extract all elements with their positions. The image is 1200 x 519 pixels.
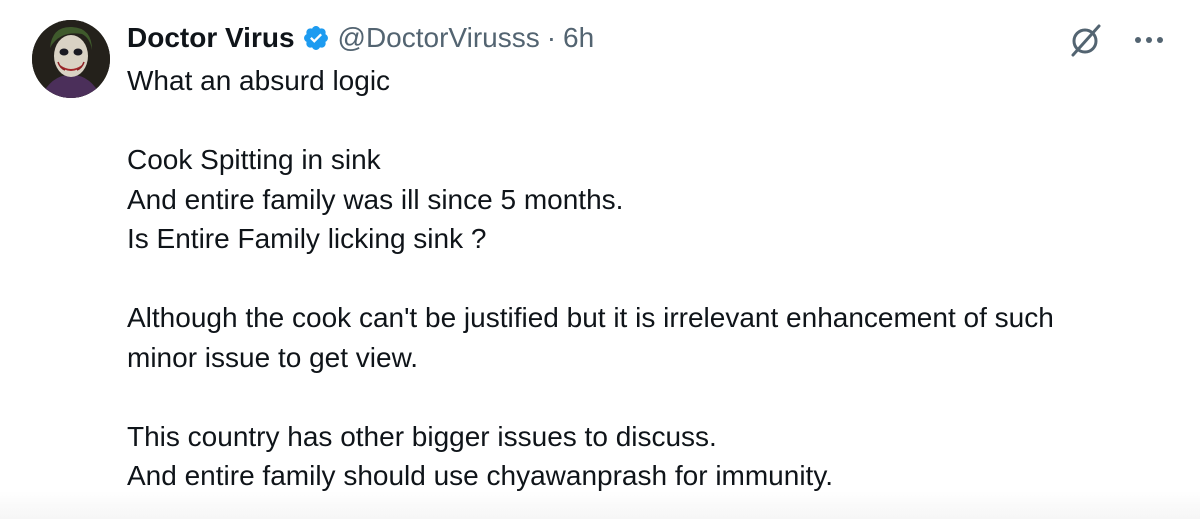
verified-badge-icon[interactable]: [302, 24, 330, 52]
tweet-text: What an absurd logic Cook Spitting in sin…: [127, 61, 1160, 496]
tweet-line: Although the cook can't be justified but…: [127, 302, 1054, 333]
tweet-line: And entire family should use chyawanpras…: [127, 460, 834, 491]
separator: ·: [546, 22, 557, 53]
tweet-content: Doctor Virus @DoctorVirusss · 6h What an…: [127, 18, 1160, 496]
tweet-line: And entire family was ill since 5 months…: [127, 183, 624, 215]
tweet-line: Cook Spitting in sink: [127, 144, 381, 175]
grok-icon[interactable]: [1068, 22, 1104, 58]
tweet-line: minor issue to get view.: [127, 341, 419, 373]
author-handle[interactable]: @DoctorVirusss: [338, 18, 540, 58]
tweet-line: What an absurd logic: [127, 65, 391, 96]
avatar[interactable]: [32, 20, 110, 98]
joker-avatar: [32, 20, 110, 98]
tweet-card[interactable]: Doctor Virus @DoctorVirusss · 6h What an…: [0, 0, 1200, 519]
tweet-actions: [1068, 22, 1164, 58]
bottom-fade: [0, 491, 1200, 519]
more-icon[interactable]: [1134, 36, 1164, 44]
tweet-line: Is Entire Family licking sink ?: [127, 223, 487, 254]
tweet-header: Doctor Virus @DoctorVirusss · 6h: [127, 18, 1160, 58]
tweet-line: This country has other bigger issues to …: [127, 420, 717, 452]
timestamp[interactable]: 6h: [563, 18, 594, 58]
author-name[interactable]: Doctor Virus: [127, 18, 295, 58]
